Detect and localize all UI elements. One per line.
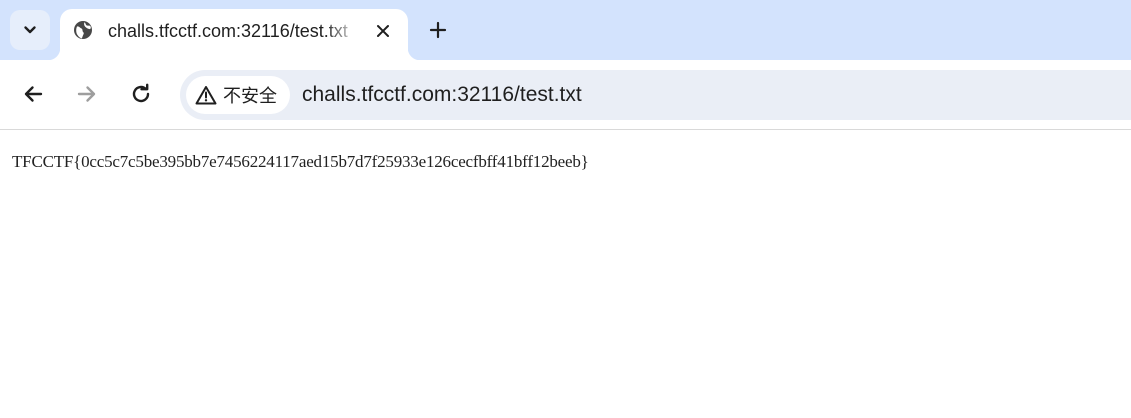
new-tab-button[interactable] xyxy=(422,14,454,46)
reload-button[interactable] xyxy=(127,80,155,108)
close-icon xyxy=(377,25,389,37)
globe-icon xyxy=(74,21,92,39)
plus-icon xyxy=(429,21,447,39)
page-text: TFCCTF{0cc5c7c5be395bb7e7456224117aed15b… xyxy=(12,152,589,171)
url-text[interactable]: challs.tfcctf.com:32116/test.txt xyxy=(302,82,582,108)
chevron-down-icon xyxy=(24,26,36,34)
back-button[interactable] xyxy=(19,80,47,108)
security-indicator[interactable]: 不安全 xyxy=(186,76,290,114)
forward-button[interactable] xyxy=(73,80,101,108)
address-bar[interactable]: 不安全 challs.tfcctf.com:32116/test.txt xyxy=(180,70,1131,120)
arrow-left-icon xyxy=(24,86,43,102)
tab-active[interactable]: challs.tfcctf.com:32116/test.txt xyxy=(48,9,420,60)
warning-icon xyxy=(195,84,217,106)
page-content: TFCCTF{0cc5c7c5be395bb7e7456224117aed15b… xyxy=(0,130,1131,418)
tab-title: challs.tfcctf.com:32116/test.txt xyxy=(108,21,348,41)
security-label: 不安全 xyxy=(223,86,277,107)
browser-toolbar: 不安全 challs.tfcctf.com:32116/test.txt xyxy=(0,60,1131,130)
arrow-right-icon xyxy=(77,86,96,102)
reload-icon xyxy=(132,83,150,103)
tab-close-button[interactable] xyxy=(372,20,394,42)
tab-search-button[interactable] xyxy=(10,10,50,50)
tab-strip: challs.tfcctf.com:32116/test.txt xyxy=(0,0,1131,60)
